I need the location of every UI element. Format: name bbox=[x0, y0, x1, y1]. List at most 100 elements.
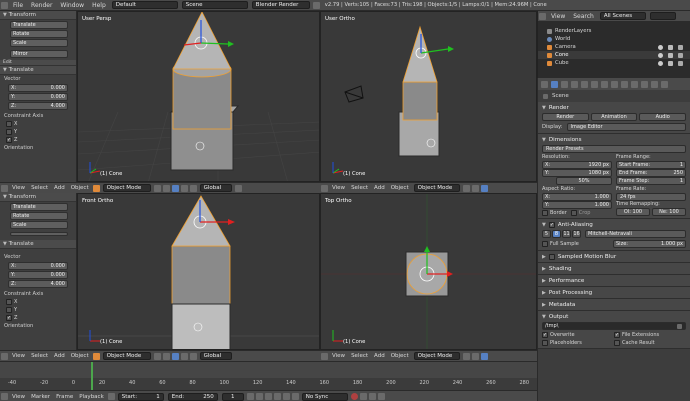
timeline-ruler[interactable]: -40 -20 0 20 40 60 80 100 120 140 160 180 200 220 240 2… bbox=[0, 362, 537, 390]
viewport-user-ortho[interactable]: User Ortho (1) Cone bbox=[320, 11, 537, 182]
resolution-percentage-field[interactable]: 50% bbox=[556, 177, 612, 185]
select-menu[interactable]: Select bbox=[348, 353, 371, 359]
checkbox-icon[interactable] bbox=[548, 253, 555, 260]
timeline-editor-icon[interactable] bbox=[1, 393, 8, 400]
world-tab-icon[interactable] bbox=[581, 80, 588, 88]
operator-panel-header[interactable]: ▼ Translate bbox=[0, 66, 76, 75]
orientation-select[interactable]: Global bbox=[199, 184, 232, 192]
frame-rate-select[interactable]: 24 fps bbox=[616, 193, 686, 201]
play-reverse-icon[interactable] bbox=[264, 393, 272, 400]
visibility-eye-icon[interactable] bbox=[658, 60, 663, 66]
viewport-user-persp[interactable]: User Persp (1) Cone bbox=[77, 11, 320, 182]
constraint-y-checkbox[interactable]: Y bbox=[0, 306, 76, 314]
manipulator-icon[interactable] bbox=[171, 352, 179, 360]
texture-tab-icon[interactable] bbox=[641, 80, 648, 88]
view3d-editor-icon[interactable] bbox=[1, 184, 8, 192]
scene-tab-icon[interactable] bbox=[571, 80, 578, 88]
aa-samples-16[interactable]: 16 bbox=[572, 230, 581, 238]
resolution-y-field[interactable]: Y: 1080 px bbox=[542, 169, 612, 177]
view3d-editor-icon[interactable] bbox=[321, 352, 328, 360]
crop-checkbox[interactable]: Crop bbox=[570, 210, 590, 216]
object-menu[interactable]: Object bbox=[388, 185, 412, 191]
full-sample-checkbox[interactable]: Full Sample bbox=[542, 241, 609, 247]
keying-set-icon[interactable] bbox=[359, 393, 367, 400]
render-tab-icon[interactable] bbox=[551, 80, 558, 88]
shading-icon[interactable] bbox=[462, 184, 470, 192]
properties-editor-icon[interactable] bbox=[541, 80, 548, 88]
object-menu[interactable]: Object bbox=[68, 185, 92, 191]
viewport-top-ortho[interactable]: Top Ortho (1) Cone bbox=[320, 193, 537, 350]
vector-z-field[interactable]: Z: 4.000 bbox=[8, 102, 68, 110]
outliner-view-menu[interactable]: View bbox=[547, 13, 569, 20]
shading-icon[interactable] bbox=[153, 352, 161, 360]
render-panel-header[interactable]: ▼ Render bbox=[538, 103, 690, 112]
menu-file[interactable]: File bbox=[9, 2, 27, 9]
selectable-arrow-icon[interactable] bbox=[668, 52, 673, 58]
manipulator-icon[interactable] bbox=[480, 352, 488, 360]
object-menu[interactable]: Object bbox=[68, 353, 92, 359]
select-menu[interactable]: Select bbox=[28, 353, 51, 359]
constraint-z-checkbox[interactable]: ✓ Z bbox=[0, 314, 76, 322]
menu-window[interactable]: Window bbox=[56, 2, 88, 9]
end-frame-field[interactable]: End Frame: 250 bbox=[616, 169, 686, 177]
view-menu[interactable]: View bbox=[329, 353, 348, 359]
folder-icon[interactable] bbox=[677, 323, 682, 329]
rotate-button[interactable]: Rotate bbox=[10, 212, 68, 220]
outliner-search-menu[interactable]: Search bbox=[569, 13, 598, 20]
file-extensions-checkbox[interactable]: ✓ File Extensions bbox=[614, 332, 686, 338]
outliner-icon[interactable] bbox=[539, 12, 546, 20]
transform-panel-header[interactable]: ▼ Transform bbox=[0, 193, 76, 202]
vector-x-field[interactable]: X: 0.000 bbox=[8, 262, 68, 270]
orientation-select[interactable]: Global bbox=[199, 352, 232, 360]
scale-button[interactable]: Scale bbox=[10, 221, 68, 229]
audio-button[interactable]: Audio bbox=[639, 113, 687, 121]
frame-menu[interactable]: Frame bbox=[53, 394, 76, 400]
constraint-y-checkbox[interactable]: Y bbox=[0, 128, 76, 136]
pivot-icon[interactable] bbox=[471, 352, 479, 360]
translate-button[interactable]: Translate bbox=[10, 203, 68, 211]
output-path-field[interactable]: /tmp\ bbox=[542, 322, 686, 330]
anti-aliasing-panel-header[interactable]: ▼ ✓ Anti-Aliasing bbox=[538, 220, 690, 229]
render-camera-icon[interactable] bbox=[678, 60, 683, 66]
resolution-x-field[interactable]: X: 1920 px bbox=[542, 161, 612, 169]
selectable-arrow-icon[interactable] bbox=[668, 44, 673, 50]
mirror-button[interactable] bbox=[10, 232, 68, 236]
start-frame-field[interactable]: Start: 1 bbox=[117, 392, 164, 401]
constraint-z-checkbox[interactable]: ✓ Z bbox=[0, 136, 76, 144]
playback-menu[interactable]: Playback bbox=[76, 394, 107, 400]
pivot-icon[interactable] bbox=[471, 184, 479, 192]
overwrite-checkbox[interactable]: ✓ Overwrite bbox=[542, 332, 614, 338]
jump-end-icon[interactable] bbox=[291, 393, 299, 400]
remap-new-field[interactable]: Ne: 100 bbox=[652, 208, 686, 216]
current-frame-field[interactable]: 1 bbox=[221, 392, 244, 401]
aa-samples-8[interactable]: 8 bbox=[552, 230, 561, 238]
view-menu[interactable]: View bbox=[9, 185, 28, 191]
translate-manipulator-icon[interactable] bbox=[180, 352, 188, 360]
filter-size-field[interactable]: Size: 1.000 px bbox=[613, 240, 686, 248]
record-icon[interactable] bbox=[350, 393, 358, 400]
object-tab-icon[interactable] bbox=[591, 80, 598, 88]
render-engine-select[interactable]: Blender Render bbox=[251, 1, 310, 9]
vector-y-field[interactable]: Y: 0.000 bbox=[8, 271, 68, 279]
output-panel-header[interactable]: ▼ Output bbox=[538, 312, 690, 321]
render-presets-select[interactable]: Render Presets bbox=[542, 145, 686, 153]
preview-range-icon[interactable] bbox=[107, 393, 115, 400]
material-tab-icon[interactable] bbox=[631, 80, 638, 88]
panel-header[interactable]: ▶ Shading bbox=[538, 264, 690, 273]
mode-select[interactable]: Object Mode bbox=[413, 184, 460, 192]
view3d-editor-icon[interactable] bbox=[1, 352, 8, 360]
remap-old-field[interactable]: Ol: 100 bbox=[616, 208, 650, 216]
visibility-eye-icon[interactable] bbox=[658, 52, 663, 58]
outliner-item-renderlayers[interactable]: RenderLayers bbox=[538, 27, 690, 35]
add-menu[interactable]: Add bbox=[371, 185, 388, 191]
particles-tab-icon[interactable] bbox=[651, 80, 658, 88]
outliner-item-cube[interactable]: Cube bbox=[538, 59, 690, 67]
frame-step-field[interactable]: Frame Step: 1 bbox=[616, 177, 686, 185]
cone-object[interactable] bbox=[78, 194, 320, 350]
select-menu[interactable]: Select bbox=[348, 185, 371, 191]
scale-button[interactable]: Scale bbox=[10, 39, 68, 47]
cache-result-checkbox[interactable]: Cache Result bbox=[614, 340, 686, 346]
outliner-filter-select[interactable]: All Scenes bbox=[599, 12, 646, 20]
operator-panel-header[interactable]: ▼ Translate bbox=[0, 240, 76, 249]
shading-icon[interactable] bbox=[153, 184, 161, 192]
